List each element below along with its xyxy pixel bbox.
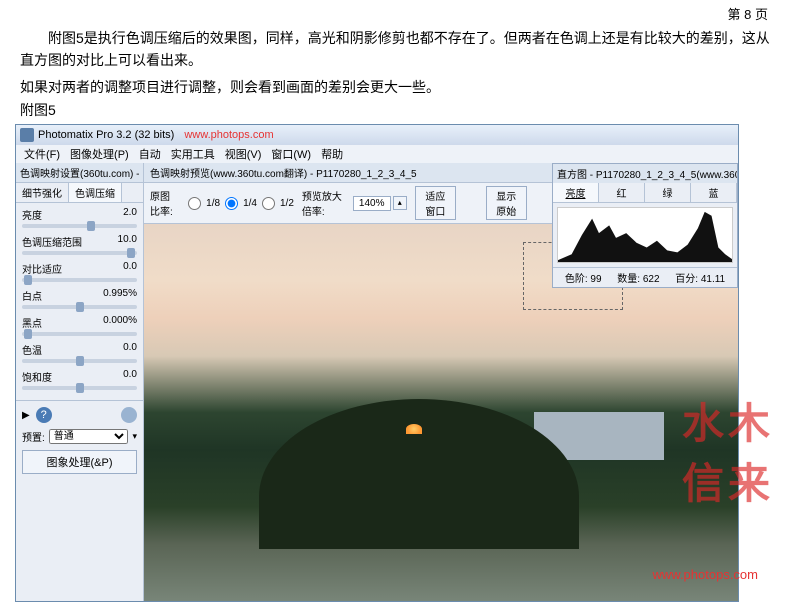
menu-window[interactable]: 窗口(W) — [267, 146, 315, 162]
slider-label: 色温 — [22, 342, 42, 357]
menu-tools[interactable]: 实用工具 — [167, 146, 219, 162]
slider-track[interactable] — [22, 332, 137, 336]
dropdown-icon[interactable]: ▾ — [132, 431, 137, 442]
stat-color-label: 色阶: — [565, 274, 588, 285]
main-area: 色调映射预览(www.360tu.com翻译) - P1170280_1_2_3… — [144, 163, 738, 601]
slider-row: 黑点 0.000% — [22, 315, 137, 336]
hist-tab-green[interactable]: 绿 — [645, 183, 691, 202]
slider-track[interactable] — [22, 251, 137, 255]
histogram-panel: 直方图 - P1170280_1_2_3_4_5(www.360tu.co...… — [552, 163, 738, 288]
ratio-1-4[interactable] — [225, 197, 238, 210]
menu-view[interactable]: 视图(V) — [221, 146, 266, 162]
stat-pct-value: 41.11 — [701, 274, 725, 285]
left-panel-title: 色调映射设置(360tu.com) - P1170280_1... — [16, 163, 143, 183]
ratio-1-8-label: 1/8 — [206, 198, 220, 209]
slider-label: 对比适应 — [22, 261, 62, 276]
menu-process[interactable]: 图像处理(P) — [66, 146, 133, 162]
menu-file[interactable]: 文件(F) — [20, 146, 64, 162]
help-icon[interactable]: ? — [36, 407, 52, 423]
slider-label: 亮度 — [22, 207, 42, 222]
slider-track[interactable] — [22, 386, 137, 390]
preview-sun — [406, 424, 422, 434]
zoom-step-icon[interactable]: ▴ — [393, 196, 407, 210]
slider-value: 0.0 — [123, 261, 137, 276]
stat-count-value: 622 — [643, 274, 660, 285]
tab-detail-enhance[interactable]: 细节强化 — [16, 183, 69, 202]
slider-row: 对比适应 0.0 — [22, 261, 137, 282]
ratio-label: 原图比率: — [150, 188, 179, 218]
app-icon — [20, 128, 34, 142]
histogram-chart — [557, 207, 733, 263]
watermark-titlebar: www.photops.com — [184, 129, 273, 141]
slider-row: 色调压缩范围 10.0 — [22, 234, 137, 255]
fit-window-button[interactable]: 适应窗口 — [415, 186, 456, 220]
preset-label: 预置: — [22, 429, 45, 444]
slider-thumb[interactable] — [76, 302, 84, 312]
hist-tab-red[interactable]: 红 — [599, 183, 645, 202]
slider-track[interactable] — [22, 278, 137, 282]
stat-count-label: 数量: — [617, 274, 640, 285]
zoom-label: 预览放大倍率: — [302, 188, 345, 218]
slider-label: 色调压缩范围 — [22, 234, 82, 249]
slider-thumb[interactable] — [24, 275, 32, 285]
menu-help[interactable]: 帮助 — [317, 146, 347, 162]
ratio-1-2-label: 1/2 — [280, 198, 294, 209]
slider-value: 0.995% — [103, 288, 137, 303]
stat-color-value: 99 — [590, 274, 601, 285]
slider-list: 亮度 2.0 色调压缩范围 10.0 对比适应 0.0 白点 0.995% 黑点 — [16, 203, 143, 400]
left-panel: 色调映射设置(360tu.com) - P1170280_1... 细节强化 色… — [16, 163, 144, 601]
slider-thumb[interactable] — [87, 221, 95, 231]
show-original-button[interactable]: 显示原始 — [486, 186, 527, 220]
slider-label: 白点 — [22, 288, 42, 303]
stat-pct-label: 百分: — [675, 274, 698, 285]
ratio-1-4-label: 1/4 — [243, 198, 257, 209]
slider-value: 0.0 — [123, 342, 137, 357]
slider-thumb[interactable] — [76, 383, 84, 393]
slider-row: 亮度 2.0 — [22, 207, 137, 228]
histogram-stats: 色阶: 99 数量: 622 百分: 41.11 — [553, 267, 737, 287]
slider-row: 白点 0.995% — [22, 288, 137, 309]
slider-thumb[interactable] — [24, 329, 32, 339]
slider-value: 10.0 — [118, 234, 137, 249]
process-button[interactable]: 图象处理(&P) — [22, 450, 137, 474]
tab-tone-compress[interactable]: 色调压缩 — [69, 183, 122, 202]
page-number: 第 8 页 — [0, 0, 798, 25]
preset-select[interactable]: 普通 — [49, 429, 129, 444]
slider-row: 饱和度 0.0 — [22, 369, 137, 390]
slider-label: 黑点 — [22, 315, 42, 330]
panel-bottom: ▶ ? 预置: 普通 ▾ 图象处理(&P) — [16, 400, 143, 480]
body-paragraph-2: 如果对两者的调整项目进行调整，则会看到画面的差别会更大一些。 — [0, 76, 798, 100]
slider-thumb[interactable] — [76, 356, 84, 366]
app-title: Photomatix Pro 3.2 (32 bits) — [38, 129, 174, 141]
left-tabs: 细节强化 色调压缩 — [16, 183, 143, 203]
app-window: Photomatix Pro 3.2 (32 bits) www.photops… — [15, 124, 739, 602]
body-paragraph-1: 附图5是执行色调压缩后的效果图，同样，高光和阴影修剪也都不存在了。但两者在色调上… — [0, 25, 798, 76]
slider-thumb[interactable] — [127, 248, 135, 258]
menu-auto[interactable]: 自动 — [135, 146, 165, 162]
preview-hill — [259, 399, 579, 549]
titlebar: Photomatix Pro 3.2 (32 bits) www.photops… — [16, 125, 738, 145]
slider-value: 2.0 — [123, 207, 137, 222]
ratio-1-8[interactable] — [188, 197, 201, 210]
slider-label: 饱和度 — [22, 369, 52, 384]
zoom-input[interactable] — [353, 196, 391, 211]
slider-value: 0.0 — [123, 369, 137, 384]
slider-value: 0.000% — [103, 315, 137, 330]
workspace: 色调映射设置(360tu.com) - P1170280_1... 细节强化 色… — [16, 163, 738, 601]
play-icon[interactable]: ▶ — [22, 410, 30, 421]
histogram-title: 直方图 - P1170280_1_2_3_4_5(www.360tu.co... — [557, 166, 737, 181]
slider-track[interactable] — [22, 359, 137, 363]
figure-label: 附图5 — [0, 100, 798, 124]
ratio-1-2[interactable] — [262, 197, 275, 210]
hist-tab-luminance[interactable]: 亮度 — [553, 183, 599, 202]
slider-track[interactable] — [22, 224, 137, 228]
menubar: 文件(F) 图像处理(P) 自动 实用工具 视图(V) 窗口(W) 帮助 — [16, 145, 738, 163]
slider-row: 色温 0.0 — [22, 342, 137, 363]
watermark-url: www.photops.com — [653, 567, 759, 582]
slider-track[interactable] — [22, 305, 137, 309]
hist-tab-blue[interactable]: 蓝 — [691, 183, 737, 202]
redo-icon[interactable] — [121, 407, 137, 423]
